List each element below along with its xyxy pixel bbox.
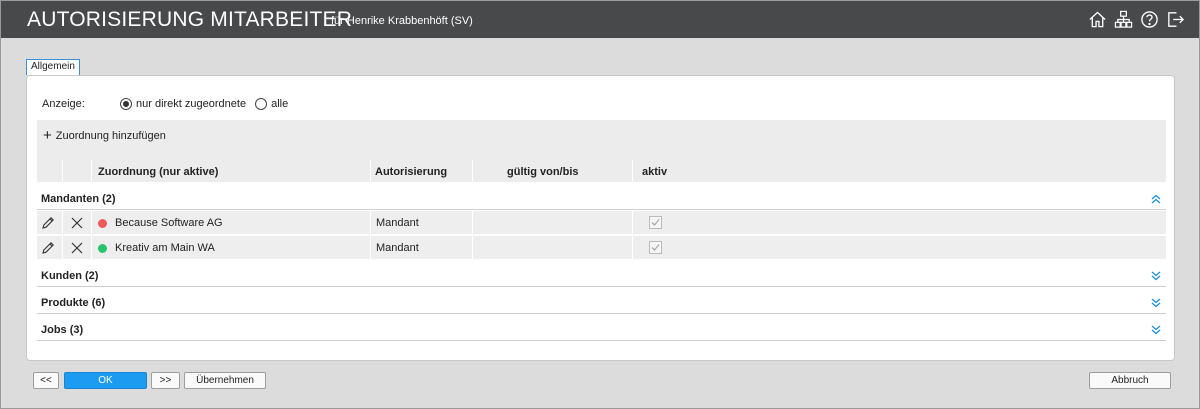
button-bar: << OK >> Übernehmen Abbruch	[1, 372, 1199, 390]
radio-all-label[interactable]: alle	[271, 97, 288, 111]
group-header-kunden[interactable]: Kunden (2)	[37, 261, 1166, 287]
apply-button[interactable]: Übernehmen	[184, 372, 266, 389]
group-header-jobs[interactable]: Jobs (3)	[37, 315, 1166, 341]
column-separator	[91, 236, 92, 260]
content-panel: Anzeige: nur direkt zugeordnete alle + Z…	[26, 75, 1175, 361]
filter-radio-group: nur direkt zugeordnete alle	[120, 97, 293, 111]
column-separator	[370, 236, 371, 260]
column-separator	[370, 211, 371, 235]
row-name: Because Software AG	[115, 217, 223, 229]
filter-label: Anzeige:	[42, 98, 85, 110]
radio-all[interactable]	[255, 98, 268, 110]
close-icon[interactable]	[70, 241, 84, 255]
column-separator	[62, 160, 63, 182]
column-separator	[91, 160, 92, 182]
column-header-zuordnung[interactable]: Zuordnung (nur aktive)	[98, 165, 218, 179]
column-separator	[62, 211, 63, 235]
chevron-down-icon[interactable]	[1150, 270, 1162, 282]
pencil-icon[interactable]	[41, 216, 55, 230]
title-bar: AUTORISIERUNG MITARBEITER für Henrike Kr…	[1, 1, 1199, 38]
group-title: Produkte (6)	[41, 297, 106, 309]
ok-button[interactable]: OK	[64, 372, 147, 389]
group-header-produkte[interactable]: Produkte (6)	[37, 288, 1166, 314]
column-header-gueltig[interactable]: gültig von/bis	[507, 165, 579, 179]
column-separator	[472, 236, 473, 260]
radio-direct-label[interactable]: nur direkt zugeordnete	[136, 97, 246, 111]
cancel-button[interactable]: Abbruch	[1089, 372, 1171, 389]
row-name: Kreativ am Main WA	[115, 242, 215, 254]
tab-allgemein[interactable]: Allgemein	[26, 59, 80, 75]
grid-header: + Zuordnung hinzufügen Zuordnung (nur ak…	[37, 120, 1166, 182]
column-separator	[472, 160, 473, 182]
row-autorisierung: Mandant	[376, 217, 419, 229]
page-subtitle: für Henrike Krabbenhöft (SV)	[331, 15, 473, 27]
aktiv-checkbox	[649, 216, 662, 229]
table-row: Kreativ am Main WA Mandant	[37, 236, 1166, 260]
status-dot-green	[98, 244, 107, 253]
help-icon[interactable]	[1139, 9, 1159, 29]
status-dot-red	[98, 219, 107, 228]
column-separator	[91, 211, 92, 235]
chevron-up-icon[interactable]	[1150, 193, 1162, 205]
prev-button[interactable]: <<	[33, 372, 59, 389]
row-autorisierung: Mandant	[376, 242, 419, 254]
next-button[interactable]: >>	[151, 372, 180, 389]
group-title: Kunden (2)	[41, 270, 99, 282]
column-separator	[472, 211, 473, 235]
column-separator	[632, 236, 633, 260]
table-row: Because Software AG Mandant	[37, 211, 1166, 235]
org-chart-icon[interactable]	[1113, 9, 1133, 29]
group-title: Mandanten (2)	[41, 193, 116, 205]
column-separator	[632, 211, 633, 235]
group-header-mandanten[interactable]: Mandanten (2)	[37, 184, 1166, 210]
column-separator	[370, 160, 371, 182]
add-assignment-button[interactable]: + Zuordnung hinzufügen	[43, 127, 166, 144]
add-assignment-label: Zuordnung hinzufügen	[55, 130, 166, 142]
column-separator	[62, 236, 63, 260]
home-icon[interactable]	[1087, 9, 1107, 29]
radio-direct[interactable]	[120, 98, 132, 110]
column-separator	[632, 160, 633, 182]
group-title: Jobs (3)	[41, 324, 84, 336]
close-icon[interactable]	[70, 216, 84, 230]
column-header-autorisierung[interactable]: Autorisierung	[375, 165, 447, 179]
chevron-down-icon[interactable]	[1150, 297, 1162, 309]
column-header-aktiv[interactable]: aktiv	[642, 165, 667, 179]
pencil-icon[interactable]	[41, 241, 55, 255]
aktiv-checkbox	[649, 241, 662, 254]
app-window: AUTORISIERUNG MITARBEITER für Henrike Kr…	[0, 0, 1200, 409]
plus-icon: +	[43, 127, 52, 144]
chevron-down-icon[interactable]	[1150, 324, 1162, 336]
page-title: AUTORISIERUNG MITARBEITER	[27, 8, 353, 31]
logout-icon[interactable]	[1165, 9, 1185, 29]
header-actions	[1087, 9, 1185, 29]
